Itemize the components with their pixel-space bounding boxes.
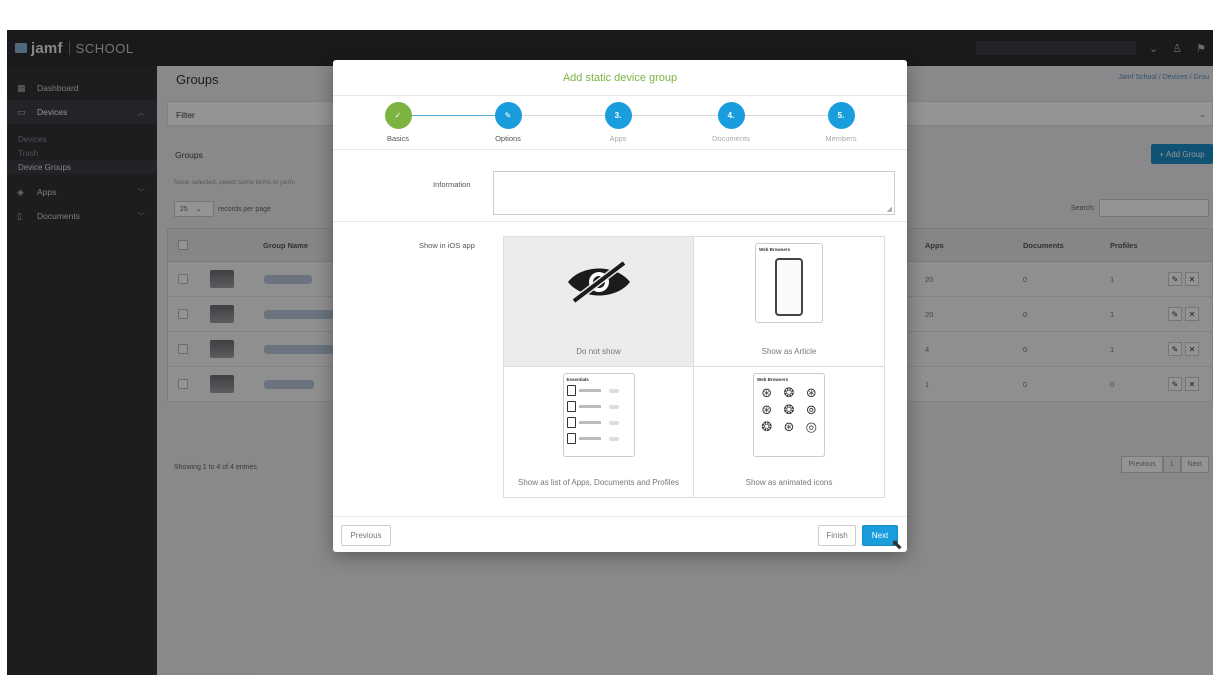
step-basics[interactable]: ✓ Basics xyxy=(358,102,438,143)
option-show-as-list[interactable]: Essentials Show as list of Apps, Documen… xyxy=(504,367,694,497)
mouse-cursor-icon: ⬉ xyxy=(891,536,903,552)
step-number: 4. xyxy=(717,102,745,129)
step-documents[interactable]: 4. Documents xyxy=(691,102,771,143)
browser-icon: ❂ xyxy=(761,419,773,434)
option-do-not-show[interactable]: Do not show xyxy=(504,237,694,367)
preview-title: Essentials xyxy=(566,377,589,382)
step-label: Documents xyxy=(712,134,750,143)
option-label: Show as animated icons xyxy=(745,478,833,487)
previous-button[interactable]: Previous xyxy=(341,525,391,546)
step-label: Apps xyxy=(609,134,627,143)
browser-icon: ⊛ xyxy=(761,385,773,400)
document-icon xyxy=(566,385,576,396)
check-icon: ✓ xyxy=(384,102,412,129)
modal-title: Add static device group xyxy=(333,60,907,96)
step-number: 3. xyxy=(604,102,632,129)
icons-preview: Web Browsers ⊛ ❂ ⊛ ⊛ ❂ ⊚ ❂ ⊛ ◎ xyxy=(753,373,825,457)
step-label: Members xyxy=(825,134,857,143)
preview-title: Web Browsers xyxy=(757,377,789,382)
step-options[interactable]: ✎ Options xyxy=(468,102,548,143)
eye-slash-icon xyxy=(567,260,630,304)
browser-icon: ❂ xyxy=(783,402,795,417)
add-group-modal: Add static device group ✓ Basics ✎ Optio… xyxy=(333,60,907,552)
list-preview-row xyxy=(566,417,631,428)
document-icon xyxy=(566,433,576,444)
preview-title: Web Browsers xyxy=(759,247,791,252)
browser-icon: ⊛ xyxy=(805,385,817,400)
pencil-icon: ✎ xyxy=(494,102,522,129)
step-apps[interactable]: 3. Apps xyxy=(578,102,658,143)
option-show-as-animated-icons[interactable]: Web Browsers ⊛ ❂ ⊛ ⊛ ❂ ⊚ ❂ ⊛ ◎ Show as animate… xyxy=(694,367,884,497)
app-window: jamf SCHOOL ⌄ ♙ ⚑ ▦ Dashboard ▭ Devices … xyxy=(7,30,1213,675)
option-label: Show as Article xyxy=(761,347,817,356)
article-preview: Web Browsers xyxy=(755,243,823,323)
finish-button[interactable]: Finish xyxy=(818,525,856,546)
list-preview-row xyxy=(566,385,631,396)
resize-grip-icon[interactable]: ◢ xyxy=(887,205,892,213)
step-members[interactable]: 5. Members xyxy=(801,102,881,143)
ios-display-options: Do not show Web Browsers Show as Article… xyxy=(503,236,885,498)
list-preview: Essentials xyxy=(562,373,635,457)
phone-icon xyxy=(775,258,803,316)
browser-icons-grid: ⊛ ❂ ⊛ ⊛ ❂ ⊚ ❂ ⊛ ◎ xyxy=(757,386,821,433)
browser-icon: ⊛ xyxy=(783,419,795,434)
wizard-steps: ✓ Basics ✎ Options 3. Apps 4. Documents … xyxy=(333,96,907,150)
information-label: Information xyxy=(433,180,471,189)
browser-icon: ❂ xyxy=(783,385,795,400)
browser-icon: ◎ xyxy=(805,419,817,434)
option-show-as-article[interactable]: Web Browsers Show as Article xyxy=(694,237,884,367)
list-preview-row xyxy=(566,433,631,444)
option-label: Do not show xyxy=(576,347,621,356)
modal-footer: Previous Finish Next xyxy=(333,516,907,552)
step-number: 5. xyxy=(827,102,855,129)
step-label: Options xyxy=(495,134,521,143)
option-label: Show as list of Apps, Documents and Prof… xyxy=(518,478,679,487)
list-preview-row xyxy=(566,401,631,412)
information-textarea[interactable]: ◢ xyxy=(493,171,895,215)
show-in-ios-label: Show in iOS app xyxy=(419,241,475,250)
document-icon xyxy=(566,417,576,428)
browser-icon: ⊛ xyxy=(761,402,773,417)
browser-icon: ⊚ xyxy=(805,402,817,417)
step-label: Basics xyxy=(386,134,410,143)
information-section: Information ◢ xyxy=(333,150,907,222)
document-icon xyxy=(566,401,576,412)
